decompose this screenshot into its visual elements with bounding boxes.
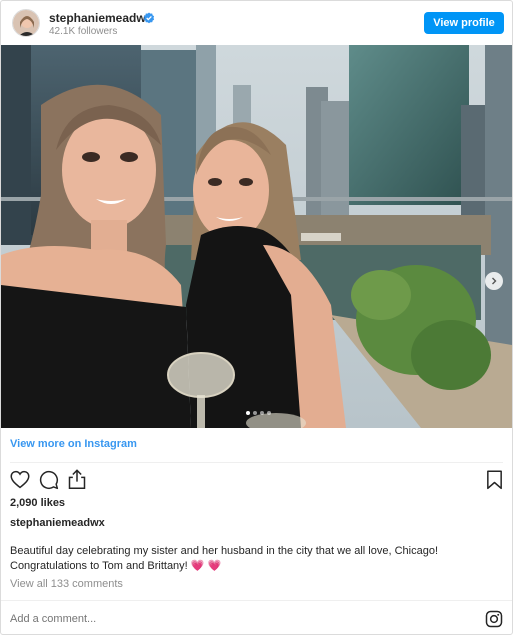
heart-icon[interactable] (10, 470, 30, 494)
caption-body: Beautiful day celebrating my sister and … (10, 545, 439, 572)
follower-count: 42.1K followers (49, 26, 118, 37)
bookmark-icon[interactable] (486, 470, 503, 495)
view-comments-link[interactable]: View all 133 comments (10, 578, 123, 590)
chevron-right-icon (492, 277, 497, 285)
carousel-dot (260, 411, 264, 415)
view-profile-button[interactable]: View profile (424, 12, 504, 34)
next-slide-button[interactable] (485, 272, 503, 290)
carousel-indicator (246, 411, 271, 415)
view-more-link[interactable]: View more on Instagram (10, 438, 137, 450)
add-comment-input[interactable] (10, 613, 390, 625)
divider (10, 462, 503, 463)
divider (1, 600, 512, 601)
verified-badge-icon (143, 11, 155, 24)
like-count[interactable]: 2,090 likes (10, 497, 65, 509)
caption-emoji: 💗 💗 (190, 560, 222, 572)
share-icon[interactable] (67, 469, 87, 495)
carousel-dot (267, 411, 271, 415)
comment-icon[interactable] (39, 470, 59, 495)
carousel-dot (253, 411, 257, 415)
instagram-icon[interactable] (485, 610, 503, 633)
username[interactable]: stephaniemeadwx (49, 11, 152, 25)
post-photo[interactable] (1, 45, 512, 428)
carousel-dot (246, 411, 250, 415)
caption-text: Beautiful day celebrating my sister and … (10, 544, 490, 574)
instagram-embed-card: stephaniemeadwx 42.1K followers View pro… (0, 0, 513, 635)
post-header: stephaniemeadwx 42.1K followers View pro… (1, 1, 512, 45)
caption-username[interactable]: stephaniemeadwx (10, 517, 105, 529)
avatar[interactable] (12, 9, 40, 37)
